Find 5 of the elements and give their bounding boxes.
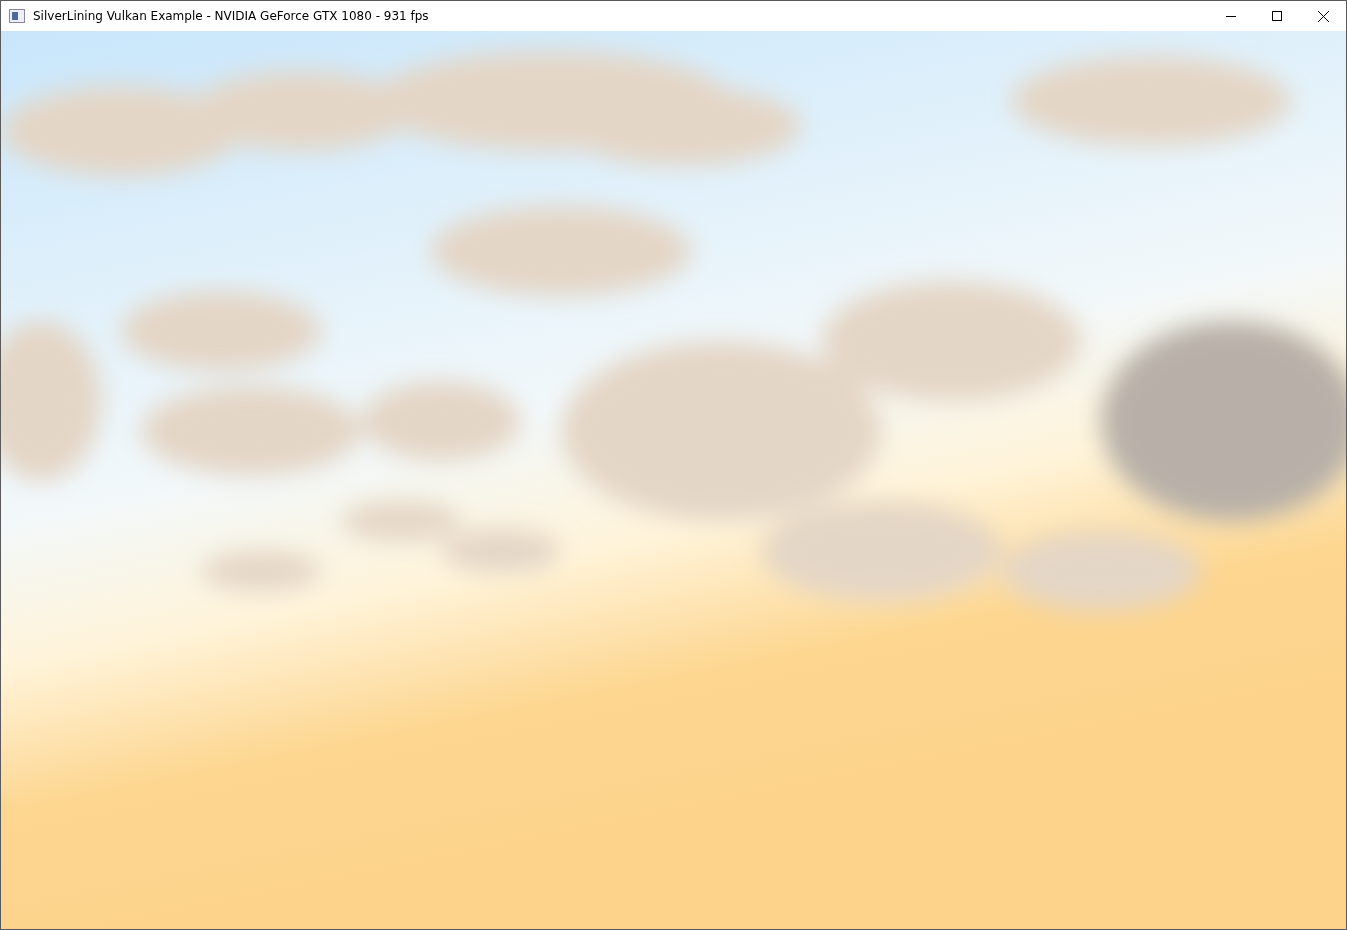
minimize-icon: [1226, 15, 1236, 17]
maximize-icon: [1272, 11, 1282, 21]
window-title: SilverLining Vulkan Example - NVIDIA GeForce GTX 1080 - 931 fps: [33, 9, 430, 23]
app-icon: [9, 9, 25, 23]
close-icon: [1317, 10, 1329, 22]
